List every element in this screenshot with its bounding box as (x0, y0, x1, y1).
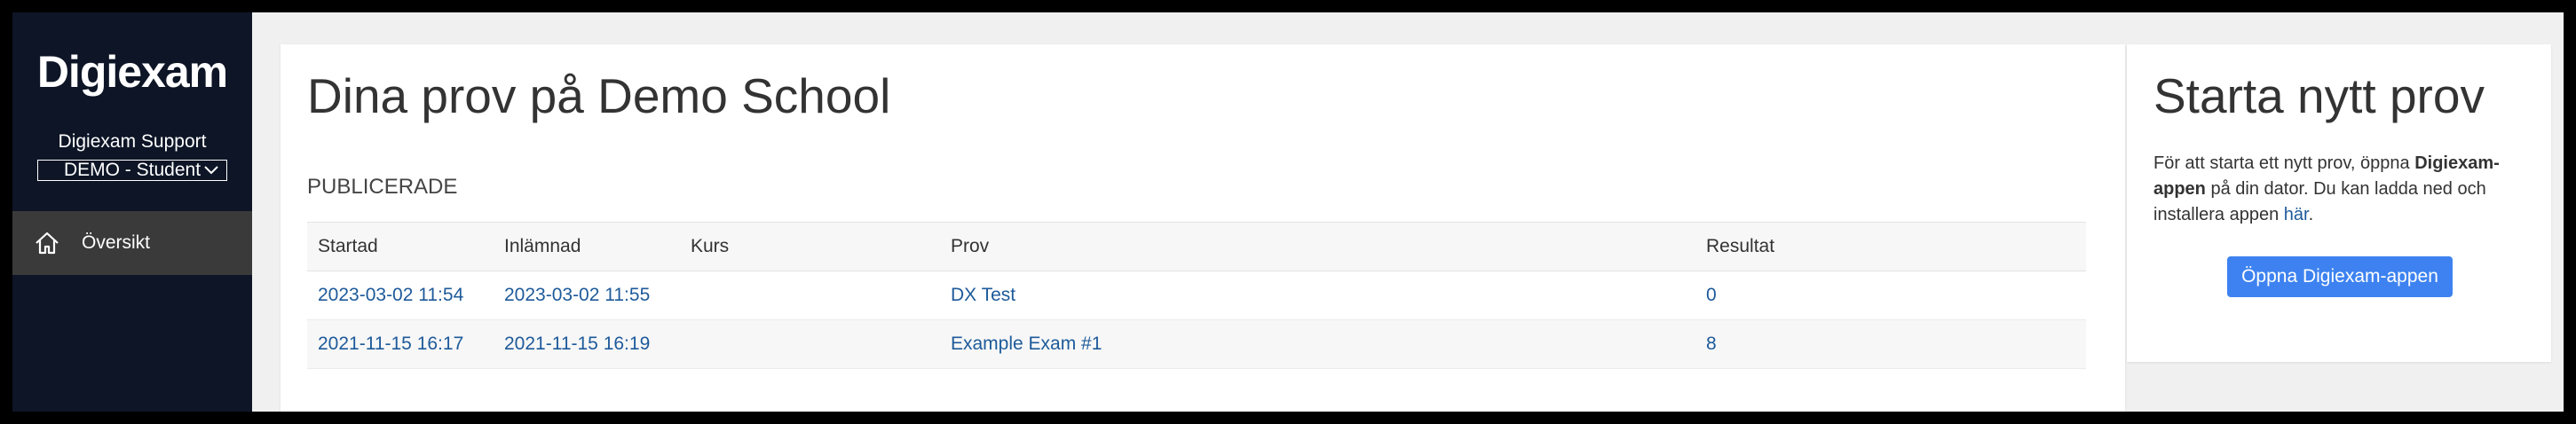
role-select-value: DEMO - Student (63, 160, 201, 180)
cell-resultat[interactable]: 8 (1695, 319, 2086, 369)
start-exam-title: Starta nytt prov (2153, 68, 2485, 123)
exams-card: Dina prov på Demo School PUBLICERADE Sta… (281, 44, 2125, 412)
cell-prov[interactable]: Example Exam #1 (940, 319, 1695, 369)
exams-table: Startad Inlämnad Kurs Prov Resultat 2023… (307, 222, 2086, 369)
cell-startad[interactable]: 2023-03-02 11:54 (307, 271, 494, 320)
column-header-resultat[interactable]: Resultat (1695, 222, 2086, 271)
cell-inlamnad[interactable]: 2023-03-02 11:55 (494, 271, 680, 320)
cell-kurs[interactable] (680, 319, 940, 369)
table-row[interactable]: 2023-03-02 11:54 2023-03-02 11:55 DX Tes… (307, 271, 2086, 320)
home-icon (36, 232, 59, 255)
cell-resultat[interactable]: 0 (1695, 271, 2086, 320)
table-row[interactable]: 2021-11-15 16:17 2021-11-15 16:19 Exampl… (307, 319, 2086, 369)
cell-startad[interactable]: 2021-11-15 16:17 (307, 319, 494, 369)
start-exam-card: Starta nytt prov För att starta ett nytt… (2127, 44, 2551, 362)
sidebar-item-label: Översikt (82, 232, 151, 253)
start-exam-instructions: För att starta ett nytt prov, öppna Digi… (2153, 151, 2535, 228)
download-link[interactable]: här (2284, 205, 2309, 224)
instructions-text-1: För att starta ett nytt prov, öppna (2153, 153, 2415, 173)
column-header-prov[interactable]: Prov (940, 222, 1695, 271)
table-header-row: Startad Inlämnad Kurs Prov Resultat (307, 222, 2086, 271)
open-digiexam-app-button[interactable]: Öppna Digiexam-appen (2227, 256, 2453, 297)
column-header-startad[interactable]: Startad (307, 222, 494, 271)
digiexam-logo[interactable]: Digiexam (12, 46, 252, 98)
role-select[interactable]: DEMO - Student (37, 160, 227, 181)
cell-kurs[interactable] (680, 271, 940, 320)
instructions-text-3: . (2308, 205, 2314, 224)
section-label-published: PUBLICERADE (307, 175, 458, 199)
sidebar-item-oversikt[interactable]: Översikt (12, 211, 252, 275)
app-frame: Digiexam Digiexam Support DEMO - Student… (12, 12, 2564, 412)
chevron-down-icon (204, 166, 218, 175)
column-header-kurs[interactable]: Kurs (680, 222, 940, 271)
column-header-inlamnad[interactable]: Inlämnad (494, 222, 680, 271)
cell-prov[interactable]: DX Test (940, 271, 1695, 320)
page-title: Dina prov på Demo School (307, 68, 891, 123)
organization-name: Digiexam Support (58, 131, 207, 152)
cell-inlamnad[interactable]: 2021-11-15 16:19 (494, 319, 680, 369)
sidebar: Digiexam Digiexam Support DEMO - Student… (12, 12, 252, 412)
